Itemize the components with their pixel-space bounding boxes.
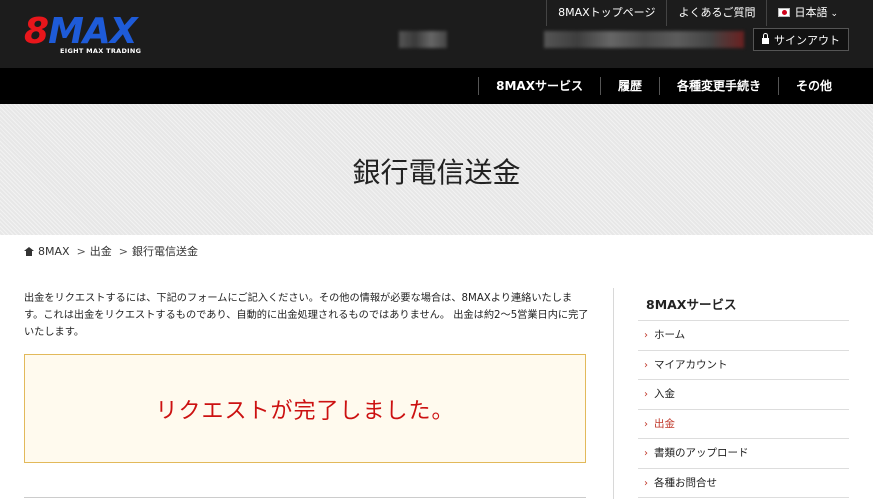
sidebar-item-home[interactable]: › ホーム — [638, 321, 849, 351]
success-message: リクエストが完了しました。 — [155, 398, 455, 424]
breadcrumb-current: 銀行電信送金 — [132, 245, 198, 258]
logo-8: 8 — [24, 11, 49, 52]
brand-logo[interactable]: 8MAX EIGHT MAX TRADING — [24, 11, 154, 58]
sidebar-item-label: 出金 — [654, 417, 675, 430]
nav-item-settings[interactable]: 各種変更手続き — [658, 77, 778, 95]
chevron-right-icon: › — [644, 359, 648, 371]
logo-max: MAX — [48, 11, 137, 52]
intro-text: 出金をリクエストするには、下記のフォームにご記入ください。その他の情報が必要な場… — [24, 293, 589, 338]
utility-links: 8MAXトップページ よくあるご質問 日本語 ⌄ — [546, 0, 849, 26]
breadcrumb-home[interactable]: 8MAX — [38, 245, 70, 258]
redacted-account-id — [399, 31, 447, 48]
signout-label: サインアウト — [774, 33, 840, 47]
home-icon — [24, 246, 34, 256]
sidebar-title: 8MAXサービス — [638, 288, 849, 321]
chevron-right-icon: › — [644, 477, 648, 489]
sidebar-item-inquiries[interactable]: › 各種お問合せ — [638, 469, 849, 498]
top-header: 8MAX EIGHT MAX TRADING 8MAXトップページ よくあるご質… — [0, 0, 873, 68]
breadcrumb: 8MAX > 出金 > 銀行電信送金 — [24, 243, 198, 259]
sidebar-item-deposit[interactable]: › 入金 — [638, 380, 849, 410]
content-divider — [24, 497, 586, 498]
sidebar-item-label: ホーム — [654, 329, 686, 341]
nav-item-other[interactable]: その他 — [777, 77, 849, 95]
sidebar-item-label: 入金 — [654, 388, 675, 400]
sidebar-item-withdraw[interactable]: › 出金 — [638, 410, 849, 439]
breadcrumb-withdraw[interactable]: 出金 — [90, 243, 112, 259]
faq-link[interactable]: よくあるご質問 — [666, 0, 766, 26]
language-label: 日本語 — [794, 6, 828, 19]
sidebar-item-my-account[interactable]: › マイアカウント — [638, 351, 849, 380]
chevron-right-icon: › — [644, 330, 648, 341]
lock-icon — [762, 32, 769, 44]
sidebar-item-label: 書類のアップロード — [654, 447, 749, 459]
column-divider — [613, 288, 614, 499]
success-notice: リクエストが完了しました。 — [24, 354, 586, 463]
page-title: 銀行電信送金 — [352, 156, 521, 189]
breadcrumb-separator: > — [118, 244, 128, 258]
language-selector[interactable]: 日本語 ⌄ — [766, 0, 849, 26]
chevron-right-icon: › — [644, 448, 648, 459]
sidebar-item-label: マイアカウント — [654, 358, 728, 371]
breadcrumb-separator: > — [76, 244, 86, 258]
sidebar-item-upload-documents[interactable]: › 書類のアップロード — [638, 439, 849, 469]
nav-links: 8MAXサービス 履歴 各種変更手続き その他 — [478, 68, 849, 104]
page-hero: 銀行電信送金 — [0, 104, 873, 235]
nav-item-services[interactable]: 8MAXサービス — [478, 77, 600, 95]
logo-wordmark: 8MAX — [24, 11, 138, 52]
japan-flag-icon — [778, 8, 791, 17]
chevron-down-icon: ⌄ — [830, 9, 838, 19]
redacted-account-name — [544, 31, 744, 48]
chevron-right-icon: › — [644, 418, 648, 430]
nav-item-history[interactable]: 履歴 — [599, 77, 659, 95]
chevron-right-icon: › — [644, 389, 648, 400]
top-page-link[interactable]: 8MAXトップページ — [546, 0, 666, 26]
main-nav: 8MAXサービス 履歴 各種変更手続き その他 — [0, 68, 873, 104]
sidebar-item-label: 各種お問合せ — [654, 476, 717, 489]
logo-tagline: EIGHT MAX TRADING — [60, 47, 142, 55]
signout-button[interactable]: サインアウト — [753, 28, 849, 51]
sidebar: 8MAXサービス › ホーム › マイアカウント › 入金 › 出金 › 書類のアップロー… — [638, 288, 849, 498]
